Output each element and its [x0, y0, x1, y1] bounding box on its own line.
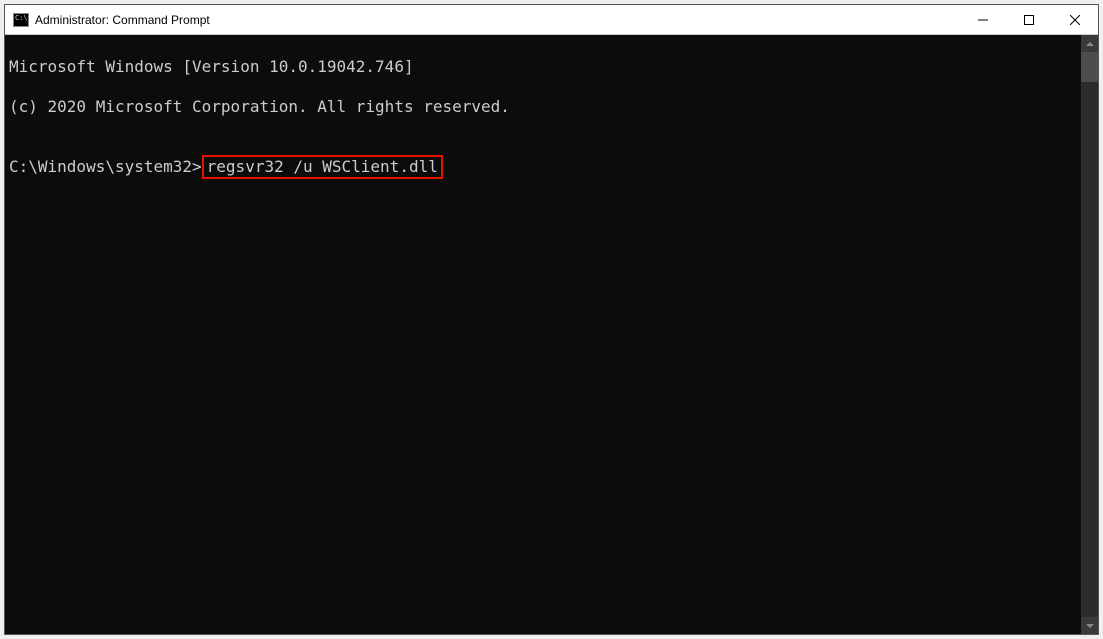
window-title: Administrator: Command Prompt — [35, 13, 960, 27]
scroll-up-icon — [1086, 42, 1094, 46]
scroll-up-button[interactable] — [1081, 35, 1098, 52]
maximize-icon — [1024, 15, 1034, 25]
scroll-thumb[interactable] — [1081, 52, 1098, 82]
command-prompt-window: Administrator: Command Prompt Microsoft … — [4, 4, 1099, 635]
window-controls — [960, 5, 1098, 34]
maximize-button[interactable] — [1006, 5, 1052, 35]
prompt-text: C:\Windows\system32> — [9, 157, 202, 176]
minimize-button[interactable] — [960, 5, 1006, 35]
titlebar[interactable]: Administrator: Command Prompt — [5, 5, 1098, 35]
cmd-icon — [13, 13, 29, 27]
vertical-scrollbar[interactable] — [1081, 35, 1098, 634]
scroll-down-icon — [1086, 624, 1094, 628]
minimize-icon — [978, 15, 988, 25]
command-text: regsvr32 /u WSClient.dll — [207, 157, 438, 176]
terminal-container: Microsoft Windows [Version 10.0.19042.74… — [5, 35, 1098, 634]
close-button[interactable] — [1052, 5, 1098, 35]
scroll-down-button[interactable] — [1081, 617, 1098, 634]
prompt-line: C:\Windows\system32> regsvr32 /u WSClient… — [9, 157, 1077, 177]
close-icon — [1070, 15, 1080, 25]
copyright-line: (c) 2020 Microsoft Corporation. All righ… — [9, 97, 1077, 117]
command-highlight: regsvr32 /u WSClient.dll — [202, 155, 443, 179]
version-line: Microsoft Windows [Version 10.0.19042.74… — [9, 57, 1077, 77]
terminal[interactable]: Microsoft Windows [Version 10.0.19042.74… — [5, 35, 1081, 634]
